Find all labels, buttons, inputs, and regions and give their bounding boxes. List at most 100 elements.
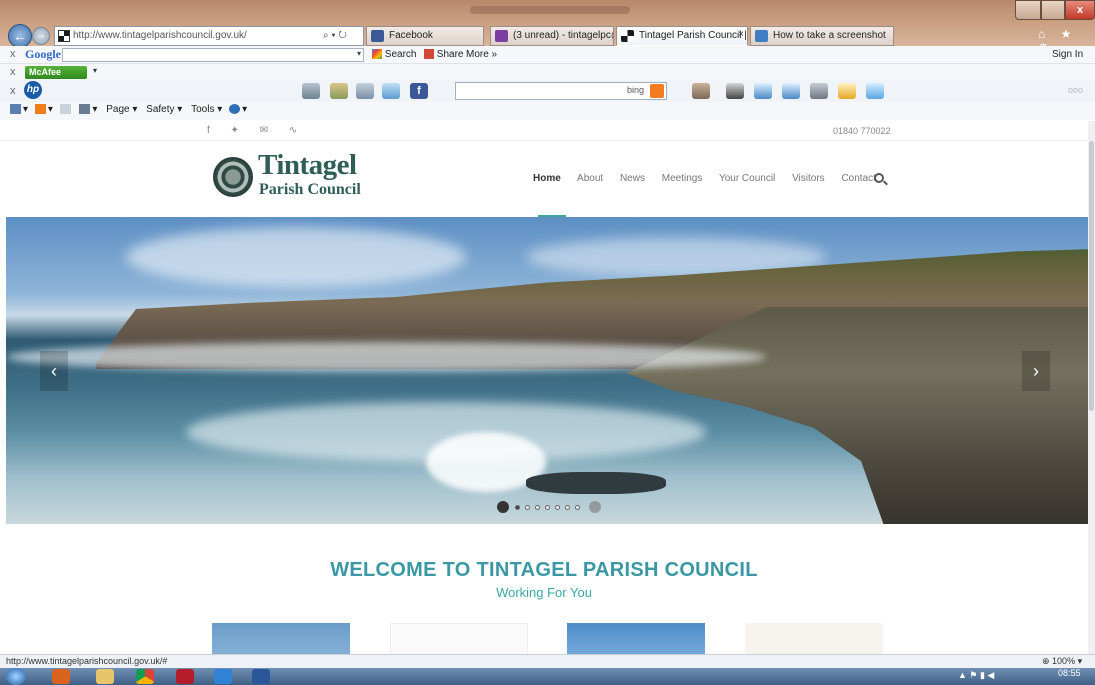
- home-icon[interactable]: [10, 104, 21, 115]
- like-icon[interactable]: [754, 83, 772, 99]
- nav-contact[interactable]: Contact: [841, 173, 875, 184]
- close-toolbar-icon[interactable]: x: [10, 85, 16, 97]
- page-menu[interactable]: Page ▾: [106, 104, 137, 115]
- tab-facebook[interactable]: Facebook: [366, 26, 484, 46]
- comment-icon[interactable]: [782, 83, 800, 99]
- phone-number: 01840 770022: [833, 126, 891, 136]
- feature-card-image[interactable]: [745, 623, 883, 654]
- tab-label: Facebook: [389, 30, 433, 41]
- slider-dot[interactable]: [535, 504, 541, 510]
- feature-card-image[interactable]: [390, 623, 528, 654]
- feature-card-image[interactable]: [212, 623, 350, 654]
- bing-search-input[interactable]: bing: [455, 82, 667, 100]
- council-seal-logo[interactable]: [213, 157, 253, 197]
- slider-dot[interactable]: [545, 504, 551, 510]
- media-player-icon[interactable]: [52, 669, 70, 684]
- scrollbar-thumb[interactable]: [1089, 141, 1094, 411]
- mcafee-button[interactable]: McAfee: [25, 66, 87, 79]
- nav-visitors[interactable]: Visitors: [792, 173, 825, 184]
- search-icon[interactable]: [874, 173, 884, 183]
- mcafee-taskbar-icon[interactable]: [176, 669, 194, 684]
- safety-menu[interactable]: Safety ▾: [146, 104, 182, 115]
- google-search-input[interactable]: ▾: [62, 48, 364, 62]
- hero-slider: [6, 217, 1088, 524]
- word-icon[interactable]: [252, 669, 270, 684]
- rss-icon[interactable]: [34, 104, 46, 115]
- addon-icon[interactable]: [302, 83, 320, 99]
- chrome-icon[interactable]: [136, 669, 154, 684]
- tools-menu[interactable]: Tools ▾: [191, 104, 222, 115]
- slider-dot[interactable]: [515, 504, 521, 510]
- back-button[interactable]: ←: [8, 24, 32, 48]
- pause-icon[interactable]: [588, 501, 601, 514]
- hp-logo: hp: [24, 81, 42, 99]
- page-scrollbar[interactable]: [1088, 121, 1095, 654]
- close-toolbar-icon[interactable]: x: [10, 66, 16, 78]
- tab-screenshot[interactable]: How to take a screenshot: [750, 26, 894, 46]
- google-share-button[interactable]: Share: [424, 49, 463, 60]
- welcome-subheading: Working For You: [496, 585, 592, 600]
- google-more-button[interactable]: More »: [466, 49, 497, 60]
- logo-subtitle[interactable]: Parish Council: [259, 181, 361, 199]
- taskbar: [0, 668, 1095, 685]
- status-url: http://www.tintagelparishcouncil.gov.uk/…: [6, 656, 168, 666]
- share-icon: [424, 49, 434, 60]
- mail-icon[interactable]: [59, 104, 71, 115]
- sign-in-link[interactable]: Sign In: [1052, 49, 1083, 60]
- close-tab-button[interactable]: ×: [738, 29, 744, 40]
- nav-news[interactable]: News: [620, 173, 645, 184]
- tab-tintagel[interactable]: Tintagel Parish Council | Ti... ×: [616, 26, 748, 46]
- print-icon[interactable]: [79, 104, 91, 115]
- nav-home[interactable]: Home: [533, 173, 561, 184]
- slider-dot[interactable]: [555, 504, 561, 510]
- addon-icon[interactable]: [810, 83, 828, 99]
- addon-icon[interactable]: [838, 83, 856, 99]
- address-bar[interactable]: http://www.tintagelparishcouncil.gov.uk/…: [54, 26, 364, 46]
- feature-card-image[interactable]: [567, 623, 705, 654]
- close-window-button[interactable]: x: [1065, 0, 1095, 20]
- toolbar-overflow[interactable]: ooo: [1068, 85, 1083, 95]
- chevron-down-icon[interactable]: ▾: [93, 66, 97, 75]
- file-explorer-icon[interactable]: [96, 669, 114, 684]
- tab-label: Tintagel Parish Council | Ti...: [639, 30, 747, 41]
- facebook-icon: [371, 30, 384, 42]
- nav-meetings[interactable]: Meetings: [662, 173, 703, 184]
- search-icon: [372, 49, 382, 60]
- addon-icon[interactable]: [692, 83, 710, 99]
- facebook-icon[interactable]: f: [410, 83, 428, 99]
- slider-prev-button[interactable]: ‹: [40, 351, 68, 391]
- social-links[interactable]: f ✦ ✉ ∿: [207, 125, 306, 136]
- nav-your-council[interactable]: Your Council: [719, 173, 775, 184]
- bing-search-button[interactable]: [650, 84, 664, 98]
- addon-icon[interactable]: [726, 83, 744, 99]
- slider-dot[interactable]: [575, 504, 581, 510]
- zoom-level[interactable]: ⊕ 100% ▾: [1042, 656, 1082, 667]
- play-icon[interactable]: [497, 501, 509, 514]
- site-favicon-icon: [621, 30, 634, 42]
- slider-dot[interactable]: [525, 504, 531, 510]
- addon-icon[interactable]: [330, 83, 348, 99]
- minimize-button[interactable]: [1015, 0, 1041, 20]
- close-toolbar-icon[interactable]: x: [10, 48, 16, 60]
- addon-icon[interactable]: [382, 83, 400, 99]
- google-search-button[interactable]: Search: [372, 49, 416, 60]
- help-icon[interactable]: [229, 104, 241, 115]
- addon-icon[interactable]: [356, 83, 374, 99]
- tab-mail[interactable]: (3 unread) - tintagelpc@btinte...: [490, 26, 614, 46]
- slider-dot[interactable]: [565, 504, 571, 510]
- internet-explorer-icon[interactable]: [214, 669, 232, 684]
- maximize-button[interactable]: [1041, 0, 1065, 20]
- slider-pagination: [497, 501, 601, 514]
- slider-next-button[interactable]: ›: [1022, 351, 1050, 391]
- address-url[interactable]: http://www.tintagelparishcouncil.gov.uk/: [73, 30, 247, 41]
- chevron-down-icon[interactable]: ▾: [357, 49, 361, 58]
- page-icon: [755, 30, 768, 42]
- addon-icon[interactable]: [866, 83, 884, 99]
- window-title: [470, 6, 630, 14]
- address-controls[interactable]: ⌕ ▾ ↻: [323, 30, 347, 41]
- nav-about[interactable]: About: [577, 173, 603, 184]
- forward-button[interactable]: →: [32, 27, 50, 45]
- start-button[interactable]: [6, 668, 26, 685]
- logo-title[interactable]: Tintagel: [258, 149, 357, 182]
- system-tray[interactable]: ▲ ⚑ ▮ ◀: [958, 670, 994, 681]
